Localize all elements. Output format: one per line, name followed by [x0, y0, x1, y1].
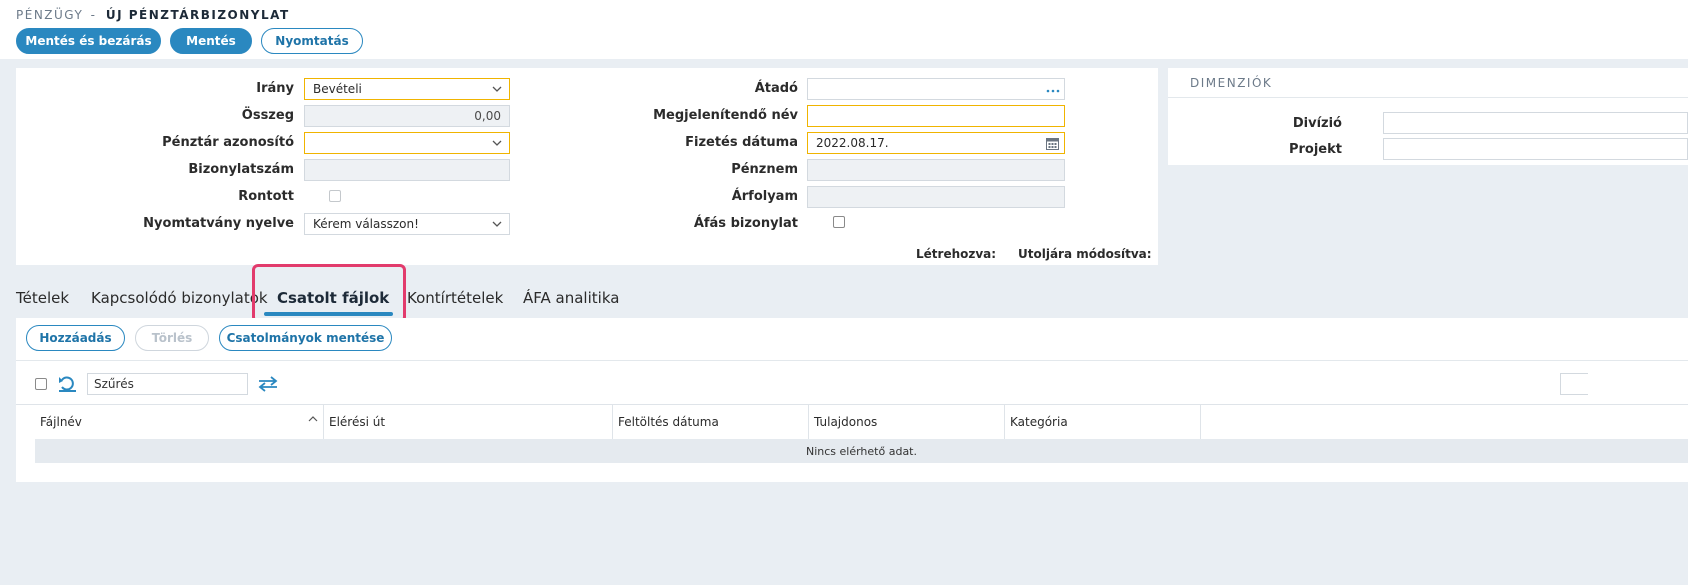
column-filename-label: Fájlnév [40, 415, 82, 429]
more-dots-icon[interactable] [1046, 89, 1060, 93]
payment-date-label: Fizetés dátuma [685, 135, 798, 150]
amount-value: 0,00 [474, 109, 501, 123]
column-category-label: Kategória [1010, 415, 1068, 429]
project-label: Projekt [1288, 142, 1342, 157]
display-name-field[interactable] [807, 105, 1065, 127]
breadcrumb: Pénzügy - Új pénztárbizonylat [16, 8, 290, 22]
column-header-category[interactable]: Kategória [1005, 405, 1201, 439]
tab-accounting-entries[interactable]: Kontírtételek [407, 289, 503, 307]
project-field[interactable] [1383, 138, 1688, 160]
delete-attachment-button: Törlés [135, 325, 209, 351]
tab-items[interactable]: Tételek [16, 289, 69, 307]
select-all-checkbox[interactable] [35, 378, 47, 390]
direction-label: Irány [256, 81, 294, 96]
division-field[interactable] [1383, 112, 1688, 134]
highlight-annotation [252, 264, 406, 323]
cashbox-select[interactable] [304, 132, 510, 154]
top-bar: Pénzügy - Új pénztárbizonylat Mentés és … [0, 0, 1688, 59]
breadcrumb-section[interactable]: Pénzügy [16, 8, 83, 22]
column-upload-date-label: Feltöltés dátuma [618, 415, 719, 429]
column-header-path[interactable]: Elérési út [324, 405, 613, 439]
calendar-icon[interactable] [1046, 137, 1059, 150]
created-label: Létrehozva: [916, 247, 997, 261]
main-form-panel: Irány Bevételi Összeg 0,00 Pénztár azono… [16, 68, 1158, 265]
vat-doc-checkbox[interactable] [833, 216, 845, 228]
print-button[interactable]: Nyomtatás [261, 28, 363, 54]
voided-checkbox[interactable] [329, 190, 341, 202]
sort-ascending-icon[interactable] [308, 415, 318, 423]
vat-doc-label: Áfás bizonylat [693, 216, 798, 231]
dimensions-header: Dimenziók [1168, 68, 1688, 98]
add-attachment-button[interactable]: Hozzáadás [26, 325, 125, 351]
tab-vat-analytics[interactable]: ÁFA analitika [523, 289, 619, 307]
empty-state-text: Nincs elérhető adat. [805, 444, 917, 458]
save-and-close-button[interactable]: Mentés és bezárás [16, 28, 161, 54]
print-language-value: Kérem válasszon! [313, 217, 419, 231]
handover-field[interactable] [807, 78, 1065, 100]
tab-related-documents[interactable]: Kapcsolódó bizonylatok [91, 289, 268, 307]
display-name-label: Megjelenítendő név [653, 108, 798, 123]
voided-label: Rontott [238, 189, 294, 204]
chevron-down-icon [492, 140, 502, 146]
column-path-label: Elérési út [329, 415, 386, 429]
rate-field [807, 186, 1065, 208]
swap-arrows-icon[interactable] [258, 376, 278, 392]
dimensions-panel: Dimenziók Divízió Projekt [1168, 68, 1688, 165]
docnumber-label: Bizonylatszám [188, 162, 294, 177]
direction-value: Bevételi [313, 82, 362, 96]
rate-label: Árfolyam [731, 189, 798, 204]
amount-label: Összeg [241, 108, 294, 123]
save-attachments-button[interactable]: Csatolmányok mentése [219, 325, 392, 351]
empty-state-row: Nincs elérhető adat. [35, 439, 1688, 463]
print-language-label: Nyomtatvány nyelve [143, 216, 294, 231]
cashbox-label: Pénztár azonosító [162, 135, 294, 150]
breadcrumb-separator: - [90, 8, 97, 22]
undo-icon[interactable] [58, 375, 77, 392]
print-language-select[interactable]: Kérem válasszon! [304, 213, 510, 235]
filter-placeholder: Szűrés [94, 377, 134, 391]
payment-date-value: 2022.08.17. [816, 136, 889, 150]
column-header-owner[interactable]: Tulajdonos [809, 405, 1005, 439]
direction-select[interactable]: Bevételi [304, 78, 510, 100]
currency-label: Pénznem [731, 162, 798, 177]
column-header-filename[interactable]: Fájlnév [35, 405, 324, 439]
divider [16, 360, 1688, 361]
save-button[interactable]: Mentés [170, 28, 252, 54]
amount-field: 0,00 [304, 105, 510, 127]
currency-field [807, 159, 1065, 181]
page-title: Új pénztárbizonylat [105, 8, 290, 22]
filter-input[interactable]: Szűrés [87, 373, 248, 395]
handover-label: Átadó [754, 81, 798, 96]
chevron-down-icon [492, 86, 502, 92]
payment-date-field[interactable]: 2022.08.17. [807, 132, 1065, 154]
docnumber-field [304, 159, 510, 181]
column-header-upload-date[interactable]: Feltöltés dátuma [613, 405, 809, 439]
division-label: Divízió [1292, 116, 1342, 131]
search-box-edge[interactable] [1560, 373, 1588, 395]
column-owner-label: Tulajdonos [814, 415, 878, 429]
modified-label: Utoljára módosítva: [1018, 247, 1152, 261]
chevron-down-icon [492, 221, 502, 227]
